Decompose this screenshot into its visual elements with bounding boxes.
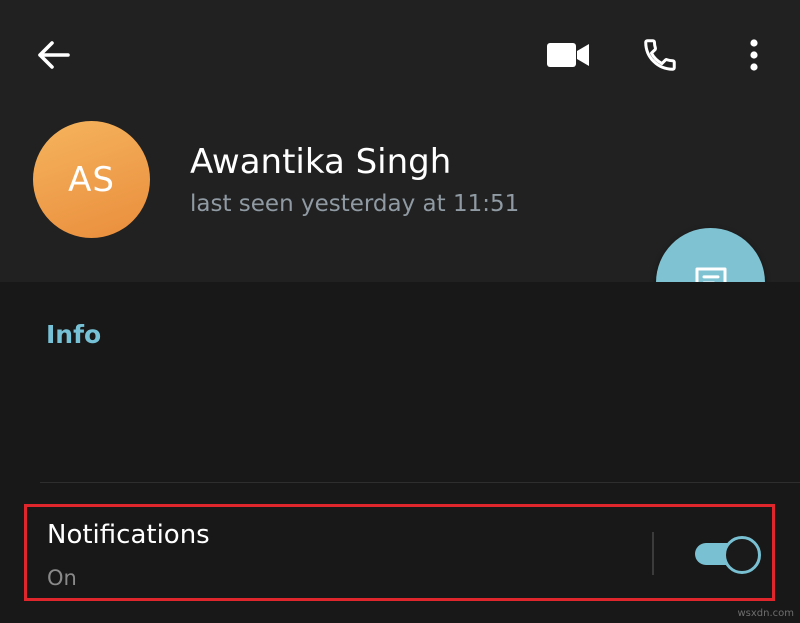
watermark: wsxdn.com [737,608,794,619]
video-call-button[interactable] [538,30,598,80]
section-divider [40,482,800,483]
contact-profile-screen: AS Awantika Singh last seen yesterday at… [0,0,800,623]
arrow-left-icon [38,41,70,69]
more-vertical-icon [750,39,758,71]
info-heading: Info [46,320,102,349]
phone-icon [644,39,676,71]
more-options-button[interactable] [736,30,772,80]
toggle-knob [723,536,761,574]
back-button[interactable] [28,30,78,80]
notifications-toggle[interactable] [693,534,761,574]
notifications-status: On [47,566,77,590]
last-seen-status: last seen yesterday at 11:51 [190,191,520,217]
avatar-initials: AS [68,159,115,200]
voice-call-button[interactable] [632,28,688,82]
notifications-row[interactable]: Notifications On [24,504,775,601]
info-section: Info Notifications On [0,282,800,623]
avatar[interactable]: AS [33,121,150,238]
notifications-title: Notifications [47,520,210,550]
contact-name: Awantika Singh [190,142,452,182]
video-camera-icon [547,43,589,67]
vertical-separator [652,532,654,575]
